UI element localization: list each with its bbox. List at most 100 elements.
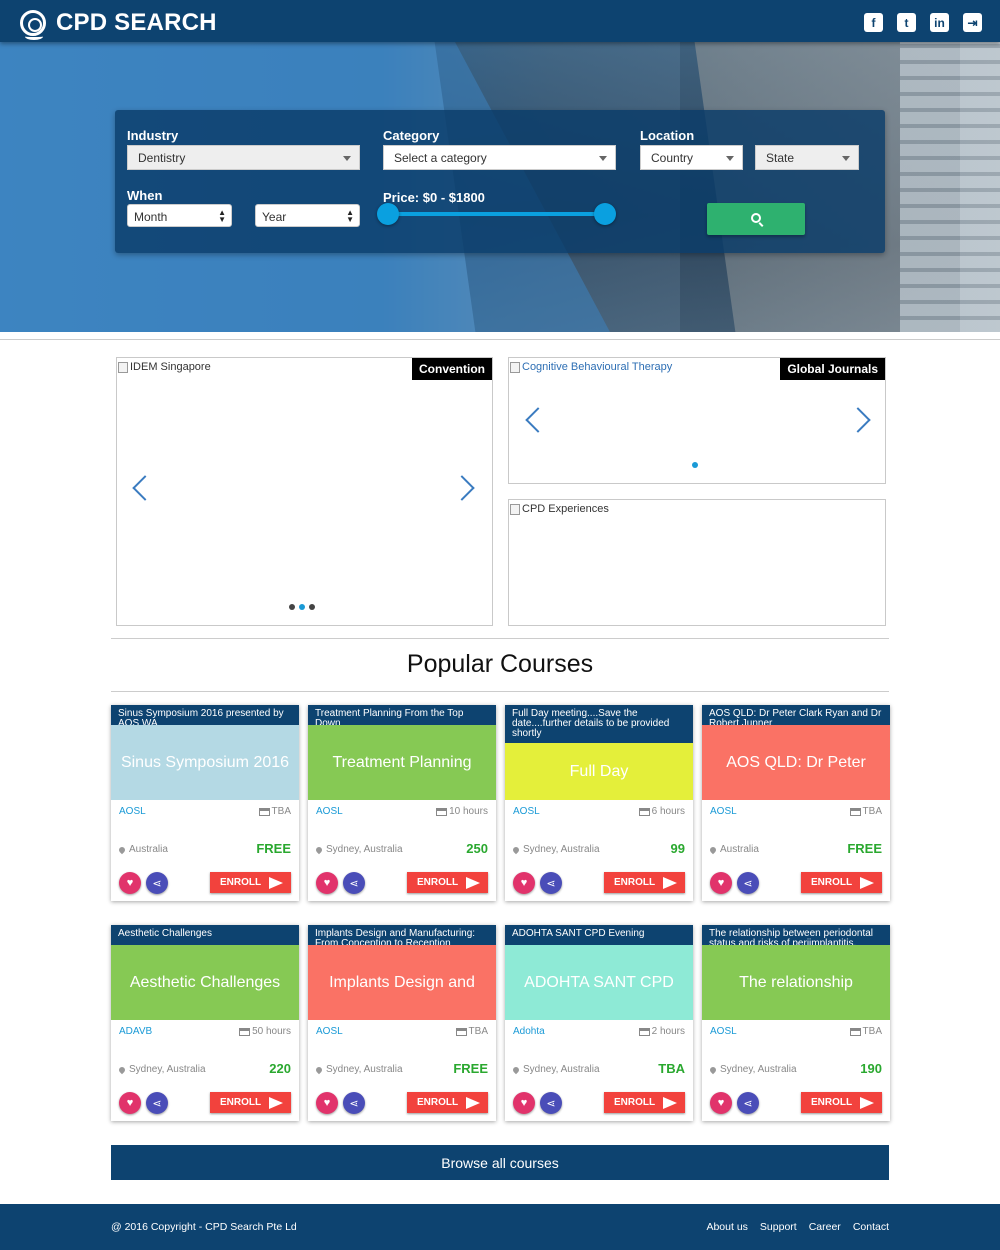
course-banner[interactable]: Aesthetic Challenges <box>111 945 299 1020</box>
hero-image-building <box>900 42 1000 332</box>
course-organizer[interactable]: AOSL <box>316 1026 343 1037</box>
footer-link-about[interactable]: About us <box>706 1221 747 1233</box>
course-card[interactable]: Treatment Planning From the Top Down Trea… <box>308 705 496 901</box>
search-button[interactable] <box>707 203 805 235</box>
favorite-heart-icon[interactable]: ♥ <box>513 872 535 894</box>
enroll-button[interactable]: ENROLL <box>604 1092 685 1113</box>
location-label: Location <box>640 128 695 143</box>
favorite-heart-icon[interactable]: ♥ <box>513 1092 535 1114</box>
share-icon[interactable]: ⋖ <box>343 1092 365 1114</box>
favorite-heart-icon[interactable]: ♥ <box>710 872 732 894</box>
search-icon <box>751 213 761 223</box>
carousel-next-icon[interactable] <box>449 475 475 501</box>
footer-link-contact[interactable]: Contact <box>853 1221 889 1233</box>
promo-image-alt-text: IDEM Singapore <box>130 361 211 373</box>
course-banner[interactable]: Treatment Planning <box>308 725 496 800</box>
state-select[interactable]: State <box>755 145 859 170</box>
favorite-heart-icon[interactable]: ♥ <box>710 1092 732 1114</box>
course-card[interactable]: AOS QLD: Dr Peter Clark Ryan and Dr Robe… <box>702 705 890 901</box>
enroll-button[interactable]: ENROLL <box>210 872 291 893</box>
favorite-heart-icon[interactable]: ♥ <box>119 1092 141 1114</box>
favorite-heart-icon[interactable]: ♥ <box>316 1092 338 1114</box>
course-card[interactable]: ADOHTA SANT CPD Evening ADOHTA SANT CPD Ad… <box>505 925 693 1121</box>
brand-logo[interactable]: CPD SEARCH <box>20 9 217 40</box>
share-icon[interactable]: ⋖ <box>146 872 168 894</box>
enroll-button[interactable]: ENROLL <box>604 872 685 893</box>
course-title[interactable]: ADOHTA SANT CPD Evening <box>505 925 693 945</box>
course-card[interactable]: The relationship between periodontal sta… <box>702 925 890 1121</box>
share-icon[interactable]: ⋖ <box>343 872 365 894</box>
hero-banner: Industry Dentistry Category Select a cat… <box>0 42 1000 332</box>
course-organizer[interactable]: AOSL <box>119 806 146 817</box>
browse-all-button[interactable]: Browse all courses <box>111 1145 889 1180</box>
course-duration-text: 2 hours <box>651 1026 685 1037</box>
course-price: TBA <box>658 1061 685 1076</box>
course-banner[interactable]: AOS QLD: Dr Peter <box>702 725 890 800</box>
share-icon[interactable]: ⋖ <box>540 872 562 894</box>
course-organizer[interactable]: AOSL <box>513 806 540 817</box>
favorite-heart-icon[interactable]: ♥ <box>119 872 141 894</box>
price-slider-track[interactable] <box>388 212 605 216</box>
course-card[interactable]: Sinus Symposium 2016 presented by AOS WA… <box>111 705 299 901</box>
footer-link-career[interactable]: Career <box>809 1221 841 1233</box>
carousel-next-icon[interactable] <box>845 407 871 433</box>
course-card[interactable]: Aesthetic Challenges Aesthetic Challenges… <box>111 925 299 1121</box>
carousel-prev-icon[interactable] <box>132 475 158 501</box>
location-pin-icon <box>117 845 127 854</box>
country-select[interactable]: Country <box>640 145 743 170</box>
promo-convention[interactable]: IDEM Singapore Convention <box>116 357 493 626</box>
enroll-button[interactable]: ENROLL <box>407 872 488 893</box>
month-select[interactable]: Month ▲ ▼ <box>127 204 232 227</box>
industry-select[interactable]: Dentistry <box>127 145 360 170</box>
login-icon[interactable]: ⇥ <box>963 13 982 32</box>
linkedin-icon[interactable]: in <box>930 13 949 32</box>
carousel-dot-active[interactable] <box>299 604 305 610</box>
favorite-heart-icon[interactable]: ♥ <box>316 872 338 894</box>
course-title[interactable]: Implants Design and Manufacturing: From … <box>308 925 496 949</box>
carousel-dot-active[interactable] <box>692 462 698 468</box>
share-icon[interactable]: ⋖ <box>540 1092 562 1114</box>
carousel-dot[interactable] <box>289 604 295 610</box>
popular-courses-title: Popular Courses <box>406 650 594 678</box>
year-select[interactable]: Year ▲ ▼ <box>255 204 360 227</box>
twitter-icon[interactable]: t <box>897 13 916 32</box>
course-card[interactable]: Full Day meeting....Save the date....fur… <box>505 705 693 901</box>
course-card[interactable]: Implants Design and Manufacturing: From … <box>308 925 496 1121</box>
course-banner[interactable]: The relationship <box>702 945 890 1020</box>
facebook-icon[interactable]: f <box>864 13 883 32</box>
footer-link-support[interactable]: Support <box>760 1221 797 1233</box>
course-title[interactable]: The relationship between periodontal sta… <box>702 925 890 949</box>
course-banner[interactable]: ADOHTA SANT CPD <box>505 945 693 1020</box>
promo-cpd-experiences[interactable]: CPD Experiences <box>508 499 886 626</box>
price-slider-min-handle[interactable] <box>377 203 399 225</box>
promo-global-journals[interactable]: Cognitive Behavioural Therapy Global Jou… <box>508 357 886 484</box>
course-organizer[interactable]: AOSL <box>710 1026 737 1037</box>
carousel-dot[interactable] <box>309 604 315 610</box>
share-icon[interactable]: ⋖ <box>737 1092 759 1114</box>
calendar-icon <box>638 807 650 816</box>
course-banner[interactable]: Sinus Symposium 2016 <box>111 725 299 800</box>
course-organizer[interactable]: AOSL <box>316 806 343 817</box>
enroll-button[interactable]: ENROLL <box>801 1092 882 1113</box>
course-price: FREE <box>256 841 291 856</box>
course-organizer[interactable]: Adohta <box>513 1026 545 1037</box>
course-organizer[interactable]: AOSL <box>710 806 737 817</box>
course-title[interactable]: AOS QLD: Dr Peter Clark Ryan and Dr Robe… <box>702 705 890 729</box>
price-slider-max-handle[interactable] <box>594 203 616 225</box>
course-banner[interactable]: Implants Design and <box>308 945 496 1020</box>
share-icon[interactable]: ⋖ <box>146 1092 168 1114</box>
course-title[interactable]: Aesthetic Challenges <box>111 925 299 945</box>
course-title[interactable]: Full Day meeting....Save the date....fur… <box>505 705 693 743</box>
enroll-button[interactable]: ENROLL <box>210 1092 291 1113</box>
course-duration-text: 10 hours <box>449 806 488 817</box>
category-select[interactable]: Select a category <box>383 145 616 170</box>
enroll-button[interactable]: ENROLL <box>407 1092 488 1113</box>
course-banner[interactable]: Full Day <box>505 743 693 800</box>
carousel-prev-icon[interactable] <box>525 407 551 433</box>
share-icon[interactable]: ⋖ <box>737 872 759 894</box>
enroll-button[interactable]: ENROLL <box>801 872 882 893</box>
course-duration: TBA <box>849 806 882 817</box>
course-organizer[interactable]: ADAVB <box>119 1026 152 1037</box>
course-title[interactable]: Treatment Planning From the Top Down <box>308 705 496 729</box>
course-title[interactable]: Sinus Symposium 2016 presented by AOS WA <box>111 705 299 729</box>
